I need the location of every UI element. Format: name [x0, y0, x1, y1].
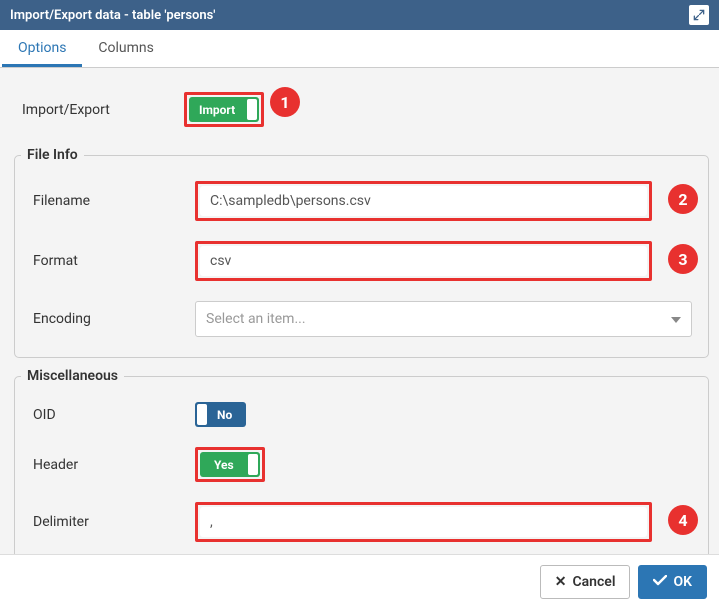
encoding-select[interactable]: Select an item... [195, 301, 692, 337]
highlight-delimiter: , [195, 502, 652, 542]
close-icon: ✕ [555, 574, 567, 590]
toggle-knob [197, 404, 207, 425]
format-value: csv [210, 253, 231, 269]
oid-toggle[interactable]: No [195, 402, 246, 427]
highlight-filename: C:\sampledb\persons.csv [195, 181, 652, 221]
label-filename: Filename [25, 193, 195, 209]
toggle-yes-label: Yes [200, 452, 246, 477]
toggle-knob [247, 99, 257, 120]
delimiter-select[interactable]: , [200, 507, 647, 537]
header-toggle[interactable]: Yes [200, 452, 260, 477]
tabbar: Options Columns [0, 30, 719, 68]
encoding-placeholder: Select an item... [206, 311, 306, 327]
format-select[interactable]: csv [200, 246, 647, 276]
ok-label: OK [673, 574, 692, 590]
tab-options[interactable]: Options [2, 30, 82, 67]
fieldset-misc: Miscellaneous OID No Header Yes [14, 368, 709, 560]
filename-input[interactable]: C:\sampledb\persons.csv [200, 186, 647, 216]
callout-4: 4 [668, 505, 698, 535]
dialog-footer: ✕ Cancel OK [0, 554, 719, 608]
caret-down-icon [671, 311, 681, 327]
toggle-import-label: Import [189, 97, 245, 122]
label-delimiter: Delimiter [25, 514, 195, 530]
row-import-export: Import/Export Import 1 [14, 82, 709, 137]
row-delimiter: Delimiter , 4 [25, 492, 698, 552]
window-titlebar: Import/Export data - table 'persons' [0, 0, 719, 30]
ok-button[interactable]: OK [638, 565, 707, 599]
legend-file-info: File Info [21, 147, 84, 163]
maximize-button[interactable] [689, 5, 709, 25]
label-format: Format [25, 253, 195, 269]
highlight-format: csv [195, 241, 652, 281]
toggle-no-label: No [209, 402, 246, 427]
cancel-button[interactable]: ✕ Cancel [540, 565, 631, 599]
cancel-label: Cancel [573, 574, 616, 590]
import-export-toggle[interactable]: Import [189, 97, 259, 122]
highlight-header: Yes [195, 447, 265, 482]
maximize-icon [692, 8, 706, 22]
toggle-knob [248, 454, 258, 475]
callout-2: 2 [668, 184, 698, 214]
legend-misc: Miscellaneous [21, 368, 124, 384]
row-filename: Filename C:\sampledb\persons.csv 2 [25, 171, 698, 231]
label-oid: OID [25, 407, 195, 423]
row-encoding: Encoding Select an item... [25, 291, 698, 347]
highlight-import-toggle: Import [184, 92, 264, 127]
fieldset-file-info: File Info Filename C:\sampledb\persons.c… [14, 147, 709, 358]
label-header: Header [25, 457, 195, 473]
label-import-export: Import/Export [14, 102, 184, 118]
options-panel: Import/Export Import 1 File Info Filenam… [0, 68, 719, 560]
tab-columns[interactable]: Columns [82, 30, 169, 67]
window-title: Import/Export data - table 'persons' [10, 8, 689, 23]
row-oid: OID No [25, 392, 698, 437]
callout-3: 3 [668, 244, 698, 274]
check-icon [653, 574, 667, 590]
row-header: Header Yes [25, 437, 698, 492]
label-encoding: Encoding [25, 311, 195, 327]
row-format: Format csv 3 [25, 231, 698, 291]
delimiter-value: , [210, 514, 213, 530]
callout-1: 1 [270, 87, 300, 117]
